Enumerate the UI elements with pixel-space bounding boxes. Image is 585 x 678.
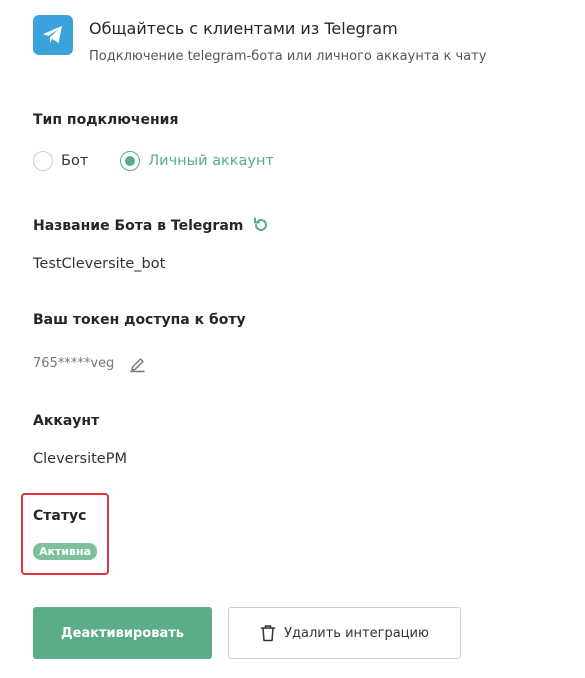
deactivate-button[interactable]: Деактивировать (33, 607, 212, 659)
connection-type-label: Тип подключения (33, 112, 179, 128)
telegram-integration-panel: Общайтесь с клиентами из Telegram Подклю… (0, 0, 585, 678)
status-badge: Активна (33, 543, 98, 560)
pencil-icon[interactable] (129, 356, 146, 377)
radio-personal-account-label[interactable]: Личный аккаунт (148, 153, 274, 169)
status-label: Статус (33, 508, 87, 524)
page-title: Общайтесь с клиентами из Telegram (89, 19, 398, 38)
radio-bot-label[interactable]: Бот (61, 153, 88, 169)
delete-integration-label: Удалить интеграцию (284, 625, 429, 641)
radio-personal-account[interactable] (120, 151, 141, 171)
status-highlight-box (21, 493, 109, 575)
trash-icon (260, 624, 276, 642)
connection-type-radio-group: Бот Личный аккаунт (33, 151, 274, 171)
token-label: Ваш токен доступа к боту (33, 312, 246, 328)
header: Общайтесь с клиентами из Telegram Подклю… (33, 15, 486, 64)
page-subtitle: Подключение telegram-бота или личного ак… (89, 49, 487, 64)
radio-bot[interactable] (33, 151, 53, 171)
bot-name-value: TestCleversite_bot (33, 256, 166, 272)
token-value: 765*****veg (33, 356, 115, 371)
telegram-icon (33, 15, 73, 55)
account-value: CleversitePM (33, 451, 127, 467)
refresh-icon[interactable] (252, 216, 270, 238)
bot-name-label: Название Бота в Telegram (33, 218, 244, 234)
account-label: Аккаунт (33, 413, 100, 429)
delete-integration-button[interactable]: Удалить интеграцию (228, 607, 461, 659)
